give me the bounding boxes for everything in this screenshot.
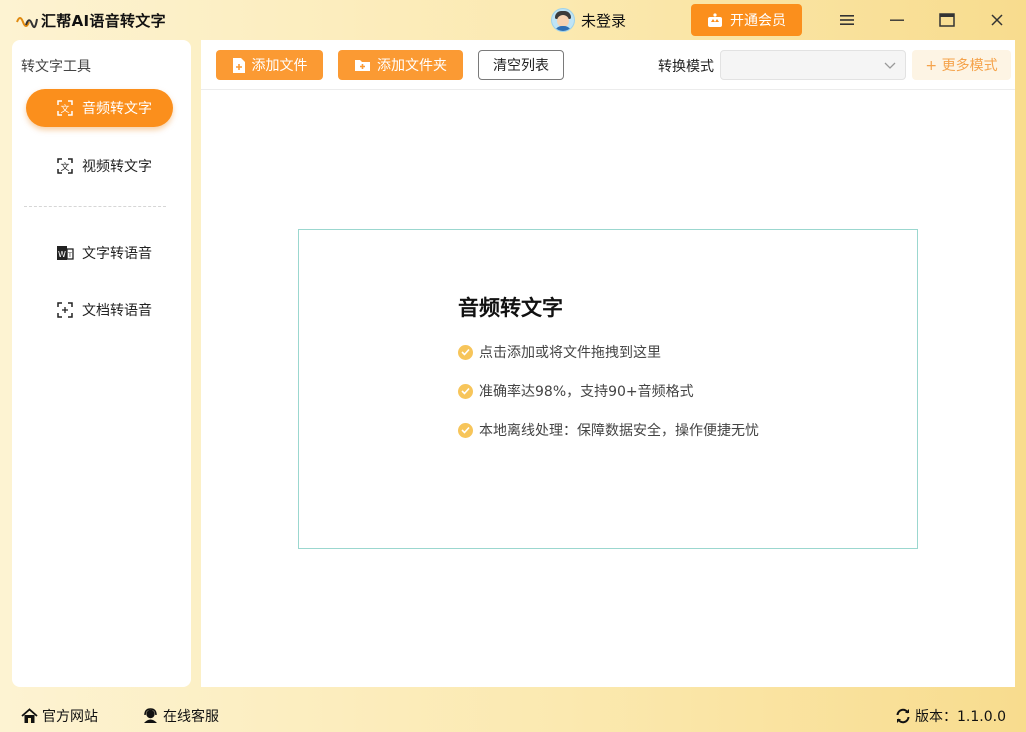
home-icon [21, 708, 38, 723]
sidebar-item-audio-to-text[interactable]: 文 音频转文字 [26, 89, 173, 127]
text-to-speech-icon: W T [56, 244, 74, 262]
add-file-button[interactable]: 添加文件 [216, 50, 323, 80]
online-support-link[interactable]: 在线客服 [142, 706, 219, 726]
website-label: 官方网站 [42, 709, 98, 725]
feature-text: 准确率达98%，支持90+音频格式 [479, 384, 694, 400]
sidebar-title: 转文字工具 [21, 59, 91, 75]
official-website-link[interactable]: 官方网站 [21, 706, 98, 726]
maximize-button[interactable] [935, 8, 959, 32]
add-folder-label: 添加文件夹 [377, 58, 447, 74]
add-folder-icon [355, 60, 370, 71]
feature-text: 本地离线处理：保障数据安全，操作便捷无忧 [479, 423, 759, 439]
user-name: 未登录 [581, 11, 627, 30]
sidebar-item-label: 文档转语音 [82, 303, 152, 319]
chevron-down-icon [884, 62, 896, 69]
feature-item: 准确率达98%，支持90+音频格式 [458, 381, 694, 401]
svg-text:W: W [58, 250, 66, 259]
customer-service-icon [144, 708, 157, 723]
clear-list-button[interactable]: 清空列表 [478, 50, 564, 80]
maximize-icon [939, 13, 955, 27]
check-circle-icon [458, 422, 473, 438]
more-modes-label: + 更多模式 [925, 58, 998, 74]
main-panel: 添加文件 添加文件夹 清空列表 转换模式 + 更多模式 音频转文字 点击添加或将… [201, 40, 1015, 687]
sidebar-divider [24, 206, 166, 207]
add-file-icon [232, 57, 245, 73]
minimize-button[interactable] [885, 8, 909, 32]
drop-zone-title: 音频转文字 [458, 296, 563, 320]
check-circle-icon [458, 344, 473, 360]
close-icon [991, 14, 1003, 26]
title-bar: 汇帮AI语音转文字 未登录 开通会员 [0, 0, 1026, 40]
mode-select[interactable] [720, 50, 906, 80]
video-to-text-icon: 文 [56, 157, 74, 175]
more-modes-button[interactable]: + 更多模式 [912, 50, 1011, 80]
toolbar: 添加文件 添加文件夹 清空列表 转换模式 + 更多模式 [201, 40, 1015, 90]
sidebar: 转文字工具 文 音频转文字 文 视频转文字 W T 文字转语音 文档转语音 [12, 40, 191, 687]
audio-to-text-icon: 文 [56, 99, 74, 117]
feature-text: 点击添加或将文件拖拽到这里 [479, 345, 661, 361]
feature-item: 本地离线处理：保障数据安全，操作便捷无忧 [458, 420, 759, 440]
sidebar-item-video-to-text[interactable]: 文 视频转文字 [26, 147, 173, 185]
sidebar-item-label: 文字转语音 [82, 246, 152, 262]
sidebar-item-label: 视频转文字 [82, 159, 152, 175]
minimize-icon [890, 19, 904, 21]
sidebar-item-document-to-speech[interactable]: 文档转语音 [26, 291, 173, 329]
user-login[interactable]: 未登录 [551, 7, 626, 33]
version-info: 版本：1.1.0.0 [895, 706, 1006, 726]
feature-item: 点击添加或将文件拖拽到这里 [458, 342, 661, 362]
vip-button[interactable]: 开通会员 [691, 4, 802, 36]
menu-button[interactable] [835, 8, 859, 32]
app-logo-icon [16, 10, 38, 30]
check-circle-icon [458, 383, 473, 399]
close-button[interactable] [985, 8, 1009, 32]
app-title: 汇帮AI语音转文字 [41, 12, 166, 30]
add-folder-button[interactable]: 添加文件夹 [338, 50, 463, 80]
vip-button-label: 开通会员 [730, 13, 786, 29]
avatar [551, 8, 575, 32]
mode-label: 转换模式 [658, 59, 714, 75]
svg-text:文: 文 [60, 103, 69, 115]
crown-gift-icon [708, 12, 722, 27]
menu-icon [840, 15, 854, 25]
sidebar-item-text-to-speech[interactable]: W T 文字转语音 [26, 234, 173, 272]
document-to-speech-icon [56, 301, 74, 319]
refresh-icon [896, 708, 910, 724]
svg-text:文: 文 [60, 161, 69, 173]
clear-list-label: 清空列表 [493, 58, 549, 74]
sidebar-item-label: 音频转文字 [82, 101, 152, 117]
svg-text:T: T [67, 252, 72, 259]
version-label: 版本：1.1.0.0 [915, 709, 1006, 725]
add-file-label: 添加文件 [251, 58, 308, 74]
file-drop-zone[interactable]: 音频转文字 点击添加或将文件拖拽到这里 准确率达98%，支持90+音频格式 本地… [298, 229, 918, 549]
support-label: 在线客服 [163, 709, 219, 725]
